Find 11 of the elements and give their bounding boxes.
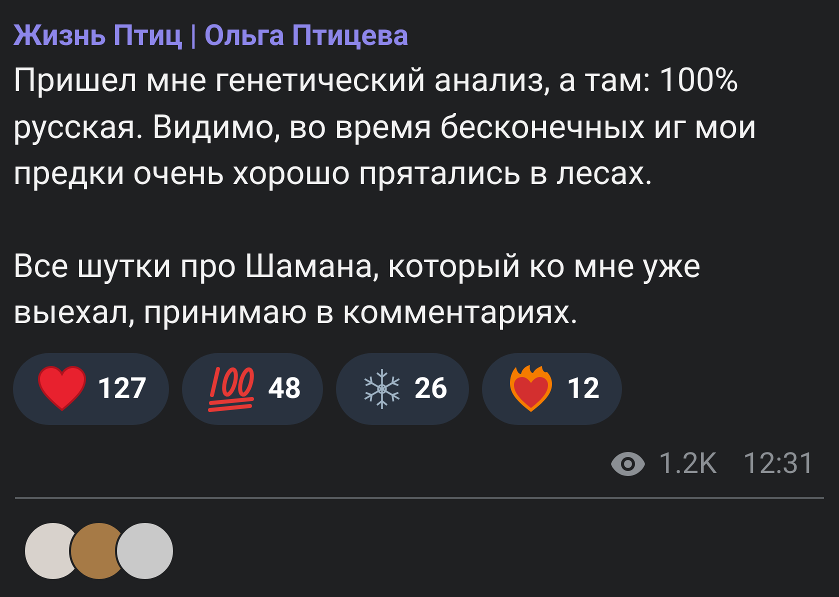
heart-icon <box>37 366 87 412</box>
reaction-button[interactable]: 48 <box>182 352 324 424</box>
channel-author[interactable]: Жизнь Птиц | Ольга Птицева <box>13 14 409 58</box>
reaction-button[interactable]: 12 <box>482 352 622 424</box>
view-count: 1.2K <box>658 446 717 480</box>
reaction-button[interactable]: 26 <box>336 352 470 424</box>
message-time: 12:31 <box>742 446 815 480</box>
reaction-button[interactable]: 127 <box>13 352 169 424</box>
message-text: Пришел мне генетический анализ, а там: 100% русская. Видимо, во время бесконечных иг мои предки очень хорошо прятались в лесах. <box>13 60 758 195</box>
eye-icon <box>610 450 646 476</box>
message-text: Все шутки про Шамана, который ко мне уже выехал, принимаю в комментариях. <box>13 246 702 334</box>
